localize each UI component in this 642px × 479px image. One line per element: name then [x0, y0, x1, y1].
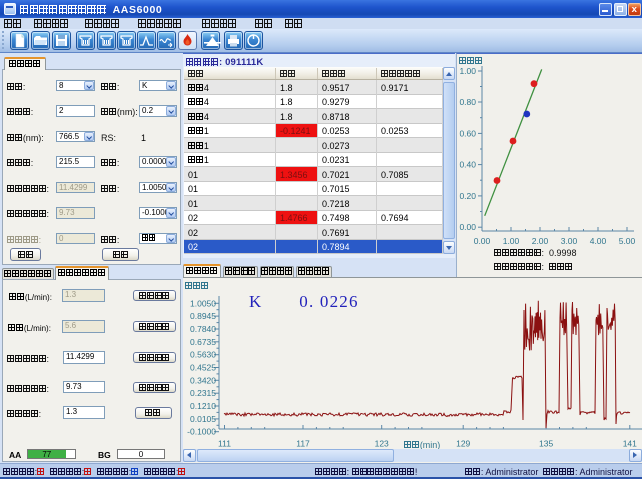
svg-text:0.00: 0.00 — [474, 236, 491, 246]
svg-text:2.00: 2.00 — [532, 236, 549, 246]
svg-text:1.00: 1.00 — [459, 66, 476, 76]
svg-text:5.00: 5.00 — [619, 236, 636, 246]
svg-text:4.00: 4.00 — [590, 236, 607, 246]
svg-text:3.00: 3.00 — [561, 236, 578, 246]
svg-text:0.80: 0.80 — [459, 97, 476, 107]
svg-text:1.00: 1.00 — [503, 236, 520, 246]
svg-text:0.00: 0.00 — [459, 222, 476, 232]
svg-text:0.20: 0.20 — [459, 191, 476, 201]
svg-text:0.40: 0.40 — [459, 160, 476, 170]
svg-text:0.60: 0.60 — [459, 128, 476, 138]
